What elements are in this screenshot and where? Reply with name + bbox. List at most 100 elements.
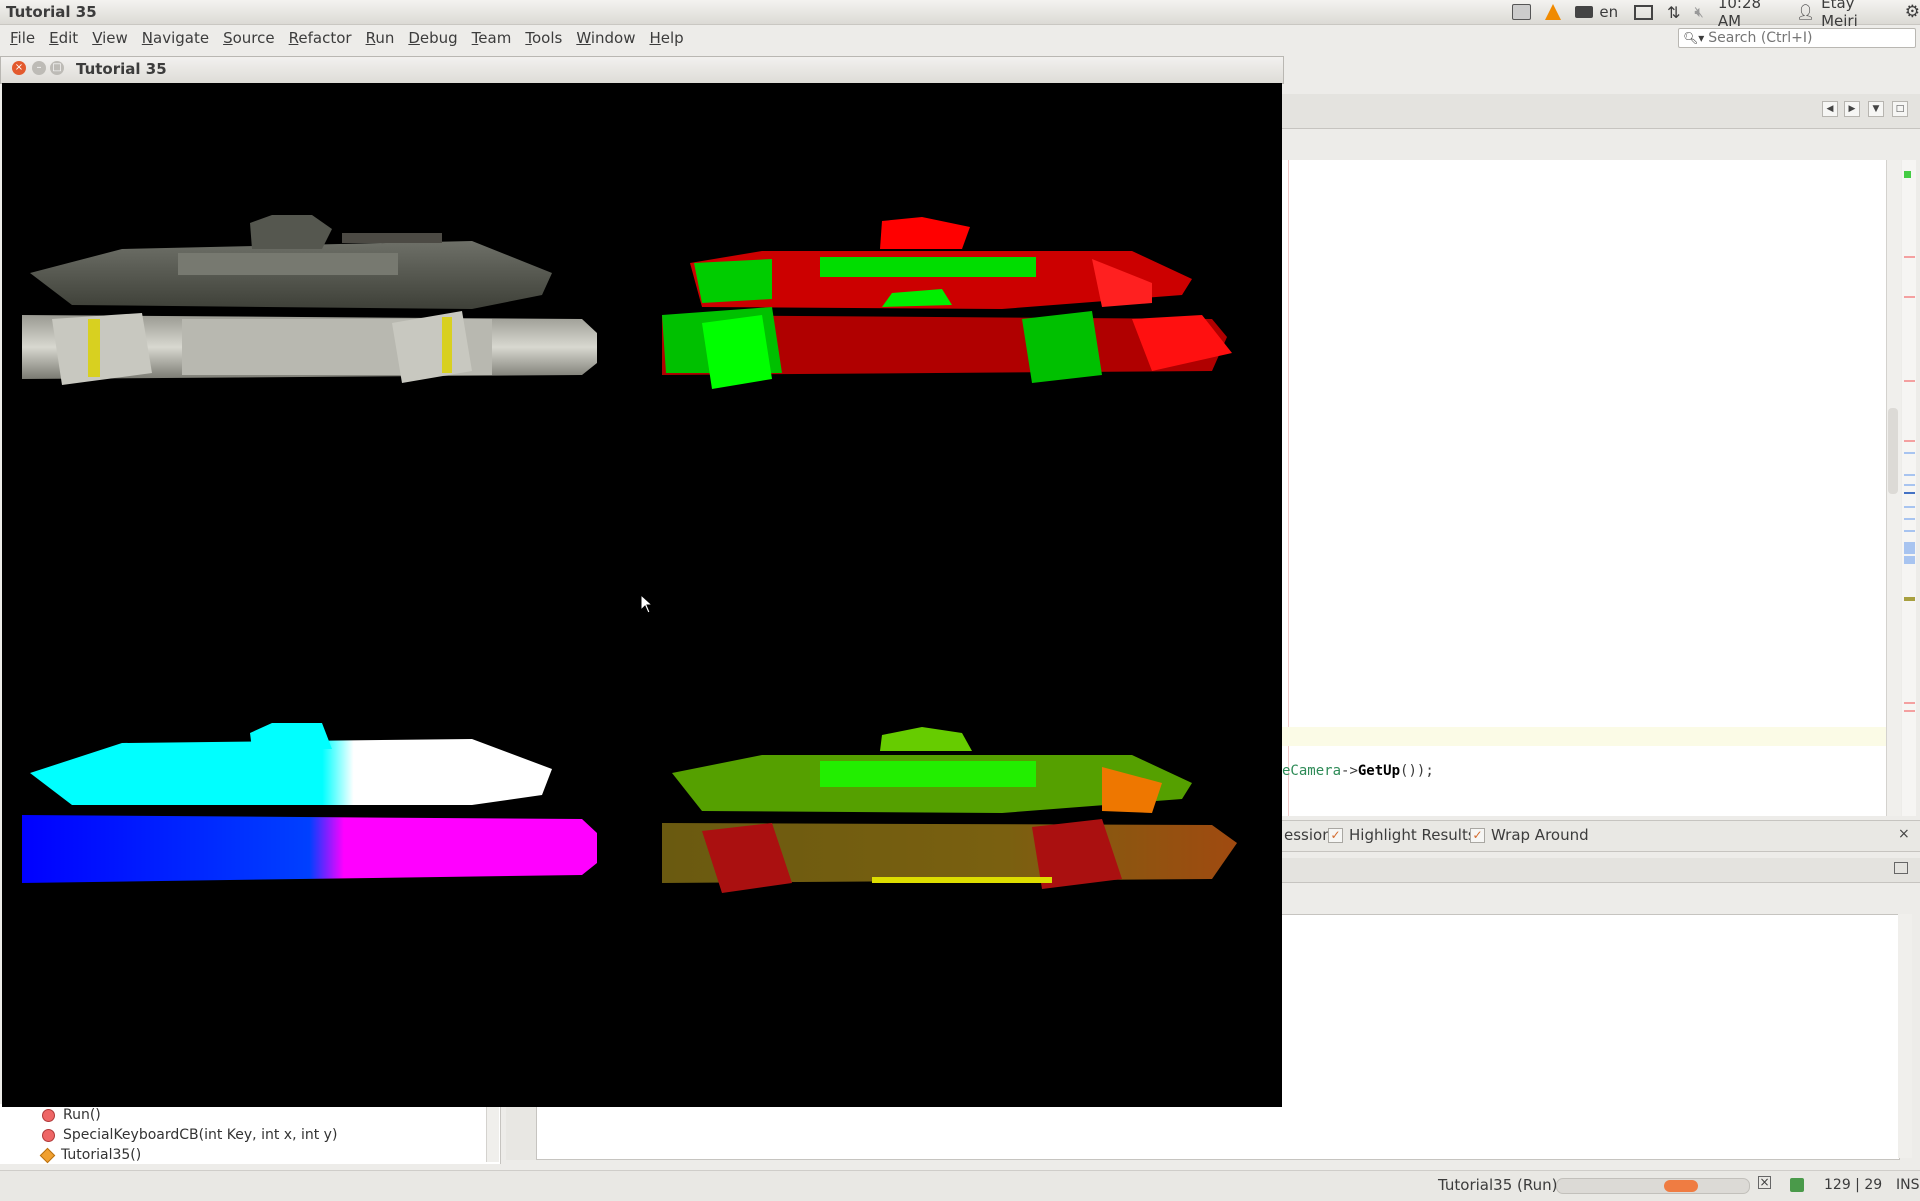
scroll-tabs-left-button[interactable]: ◀	[1822, 101, 1838, 117]
menu-window[interactable]: Window	[576, 26, 635, 50]
minimize-window-button[interactable]: –	[32, 61, 46, 75]
menu-file[interactable]: File	[10, 26, 35, 50]
current-line-highlight	[1282, 727, 1886, 746]
navigator-item-label: Tutorial35()	[61, 1147, 142, 1163]
occurrence-mark[interactable]	[1904, 542, 1915, 554]
method-icon	[42, 1128, 55, 1142]
error-stripe-mark[interactable]	[1904, 296, 1915, 298]
constructor-icon	[39, 1147, 56, 1163]
find-option-partial[interactable]: ession	[1284, 826, 1332, 844]
game-window-title: Tutorial 35	[76, 60, 167, 78]
mouse-pointer-icon	[640, 594, 654, 614]
error-stripe-mark[interactable]	[1904, 710, 1915, 712]
ide-toolbar	[1282, 54, 1920, 90]
occurrence-mark[interactable]	[1904, 530, 1915, 532]
ide-menubar: File Edit View Navigate Source Refactor …	[0, 26, 684, 50]
menu-refactor[interactable]: Refactor	[289, 26, 352, 50]
quick-search-box[interactable]: 🔍︎▾	[1678, 28, 1916, 48]
method-icon	[42, 1108, 55, 1122]
occurrence-mark[interactable]	[1904, 452, 1915, 454]
highlight-results-checkbox[interactable]: ✓ Highlight Results	[1328, 826, 1476, 844]
warning-stripe-mark[interactable]	[1904, 597, 1915, 601]
close-find-bar-button[interactable]: ×	[1898, 826, 1910, 842]
occurrence-mark[interactable]	[1904, 556, 1915, 564]
keyboard-icon[interactable]	[1574, 6, 1594, 18]
gear-icon[interactable]: ⚙	[1905, 2, 1920, 22]
search-icon[interactable]: 🔍︎▾	[1679, 31, 1704, 45]
menu-run[interactable]: Run	[366, 26, 395, 50]
viewport-normals-ship	[662, 217, 1232, 389]
maximize-output-button[interactable]	[1894, 862, 1908, 874]
checkbox-checked-icon[interactable]: ✓	[1470, 827, 1485, 843]
network-arrows-icon[interactable]: ⇅	[1667, 3, 1680, 22]
system-tray: en ⇅ 🔇︎ 10:28 AM 👤︎ Etay Meiri ⚙	[1512, 0, 1920, 30]
search-input[interactable]	[1704, 30, 1913, 46]
game-window-titlebar[interactable]	[0, 56, 1284, 84]
close-window-button[interactable]: ×	[12, 61, 26, 75]
insert-mode: INS	[1896, 1177, 1920, 1193]
error-stripe-mark[interactable]	[1904, 440, 1915, 442]
mail-icon[interactable]	[1634, 4, 1653, 20]
maximize-editor-button[interactable]: □	[1892, 101, 1908, 117]
checkbox-checked-icon[interactable]: ✓	[1328, 827, 1343, 843]
menu-team[interactable]: Team	[472, 26, 512, 50]
menu-navigate[interactable]: Navigate	[142, 26, 209, 50]
viewport-textured-ship	[22, 215, 597, 385]
menu-edit[interactable]: Edit	[49, 26, 78, 50]
user-name[interactable]: Etay Meiri	[1821, 0, 1891, 30]
find-option-partial-label: ession	[1284, 826, 1332, 844]
error-stripe-mark[interactable]	[1904, 702, 1915, 704]
code-method: GetUp	[1357, 763, 1401, 779]
highlight-results-label: Highlight Results	[1349, 826, 1476, 844]
menu-source[interactable]: Source	[223, 26, 275, 50]
ok-status-mark[interactable]	[1904, 171, 1911, 178]
cancel-task-button[interactable]: ×	[1758, 1176, 1771, 1189]
clock[interactable]: 10:28 AM	[1718, 0, 1784, 30]
code-line[interactable]: eCamera->GetUp());	[1282, 763, 1434, 779]
menu-help[interactable]: Help	[649, 26, 683, 50]
notifications-icon[interactable]	[1790, 1178, 1804, 1192]
output-scrollbar[interactable]	[1898, 914, 1912, 1158]
caret-position: 129 | 29	[1824, 1177, 1883, 1193]
output-window-header	[1282, 858, 1920, 883]
navigator-item[interactable]: Run()	[42, 1107, 101, 1123]
wrap-around-checkbox[interactable]: ✓ Wrap Around	[1470, 826, 1589, 844]
wrap-around-label: Wrap Around	[1491, 826, 1589, 844]
code-editor[interactable]	[1282, 160, 1886, 816]
task-progress-indicator	[1664, 1180, 1698, 1192]
occurrence-mark[interactable]	[1904, 474, 1915, 476]
task-progress-bar	[1556, 1178, 1750, 1194]
volume-muted-icon[interactable]: 🔇︎	[1694, 3, 1703, 21]
error-stripe-mark[interactable]	[1904, 380, 1915, 382]
viewport-diffuse-ship	[662, 727, 1237, 893]
code-suffix: ());	[1400, 763, 1434, 779]
error-stripe-mark[interactable]	[1904, 256, 1915, 258]
occurrence-mark[interactable]	[1904, 484, 1915, 486]
menu-view[interactable]: View	[92, 26, 128, 50]
editor-right-margin-line	[1288, 160, 1289, 816]
maximize-window-button[interactable]: □	[50, 61, 64, 75]
vlc-icon[interactable]	[1544, 4, 1561, 20]
occurrence-mark[interactable]	[1904, 492, 1915, 494]
code-identifier: eCamera	[1282, 763, 1342, 779]
occurrence-mark[interactable]	[1904, 506, 1915, 508]
editor-scrollbar-thumb[interactable]	[1888, 408, 1898, 494]
code-arrow: ->	[1341, 763, 1358, 779]
running-task-label[interactable]: Tutorial35 (Run)	[1438, 1176, 1557, 1194]
user-icon: 👤︎	[1796, 3, 1816, 21]
menu-debug[interactable]: Debug	[408, 26, 457, 50]
navigator-item-label: SpecialKeyboardCB(int Key, int x, int y)	[63, 1127, 338, 1143]
scroll-tabs-right-button[interactable]: ▶	[1844, 101, 1860, 117]
network-manager-icon[interactable]	[1512, 4, 1531, 20]
navigator-scrollbar[interactable]	[486, 1104, 499, 1162]
active-app-title: Tutorial 35	[6, 3, 97, 21]
navigator-item-label: Run()	[63, 1107, 101, 1123]
navigator-item[interactable]: Tutorial35()	[39, 1147, 142, 1163]
show-opened-documents-button[interactable]: ▼	[1868, 101, 1884, 117]
occurrence-mark[interactable]	[1904, 518, 1915, 520]
menu-tools[interactable]: Tools	[525, 26, 562, 50]
error-stripe[interactable]	[1902, 160, 1916, 816]
navigator-item[interactable]: SpecialKeyboardCB(int Key, int x, int y)	[42, 1127, 337, 1143]
viewport-position-ship	[22, 723, 597, 883]
keyboard-layout[interactable]: en	[1599, 3, 1618, 21]
